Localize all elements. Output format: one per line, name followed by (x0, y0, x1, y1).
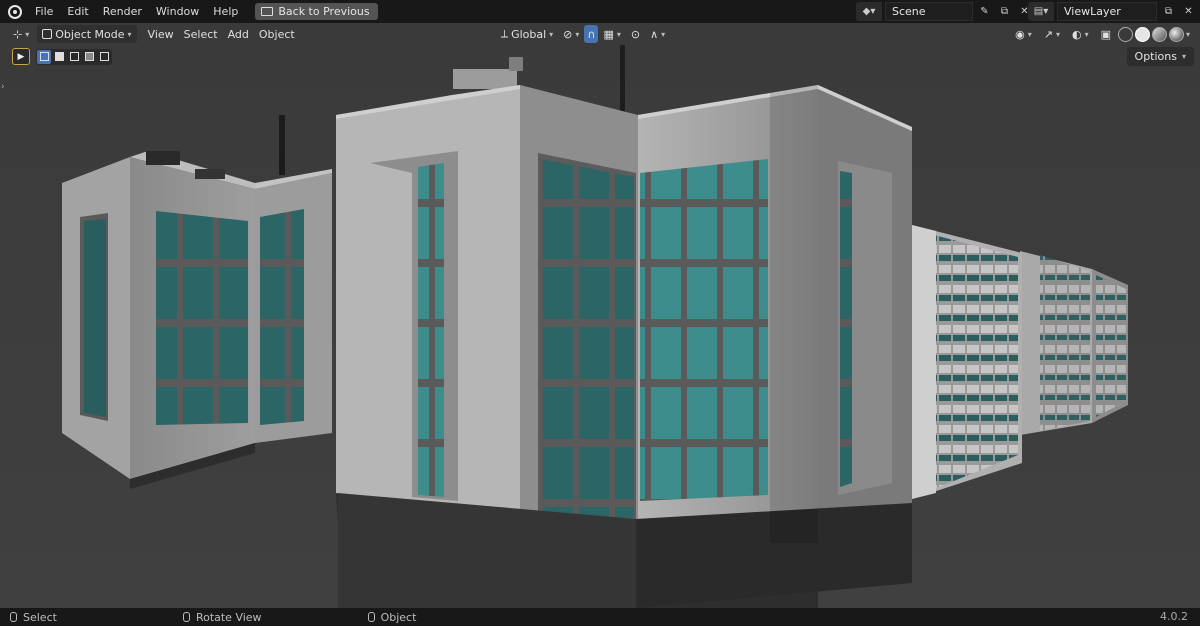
options-label: Options (1134, 50, 1177, 63)
chevron-down-icon: ▾ (575, 29, 580, 39)
chevron-down-icon: ▾ (616, 29, 621, 39)
snap-grid-icon: ▦ (603, 27, 614, 41)
selection-mode-group (36, 48, 112, 65)
mouse-middle-icon (182, 612, 190, 622)
status-rotate: Rotate View (182, 610, 262, 624)
object-menu[interactable]: Object (254, 25, 300, 43)
falloff-dropdown[interactable]: ∧ ▾ (645, 25, 670, 43)
select-tool-icon[interactable]: ▶ (12, 48, 30, 65)
status-rotate-label: Rotate View (195, 610, 262, 624)
editor-type-button[interactable]: ⊹ ▾ (8, 25, 34, 43)
menu-file[interactable]: File (28, 0, 60, 23)
axis-icon: ⊹ (13, 27, 23, 41)
pivot-icon: ⊘ (563, 27, 573, 41)
options-dropdown[interactable]: Options ▾ (1126, 47, 1194, 66)
select-intersect-icon[interactable] (97, 50, 111, 64)
toolbar-expand-arrow-icon[interactable]: › (1, 82, 5, 92)
status-select: Select (10, 611, 57, 624)
view-layer-name: ViewLayer (1064, 5, 1121, 18)
shading-options-chevron-icon[interactable]: ▾ (1186, 30, 1190, 39)
solid-shading-icon[interactable] (1134, 26, 1150, 42)
snap-target-dropdown[interactable]: ▦ ▾ (598, 25, 625, 43)
add-menu[interactable]: Add (223, 25, 254, 43)
menu-render[interactable]: Render (96, 0, 149, 23)
status-object: Object (367, 610, 417, 624)
chevron-down-icon: ▾ (1181, 52, 1186, 61)
status-object-label: Object (380, 610, 417, 624)
magnet-icon: ∩ (587, 27, 596, 41)
gizmo-dropdown[interactable]: ↗ ▾ (1039, 25, 1065, 43)
mouse-left-icon (10, 612, 17, 622)
pin-icon[interactable]: ✎ (976, 3, 993, 20)
status-bar: Select Rotate View Object 4.0.2 (0, 608, 1200, 626)
chevron-down-icon: ▾ (1084, 29, 1089, 39)
tool-settings: ▶ (12, 48, 112, 65)
viewport-scene (0, 23, 1200, 608)
proportional-icon: ⊙ (630, 27, 641, 41)
close-view-layer-icon[interactable]: ✕ (1180, 3, 1197, 20)
chevron-down-icon: ▾ (127, 29, 132, 39)
view-layer-selector: ▤▾ ViewLayer ⧉ ✕ (1028, 2, 1197, 21)
falloff-curve-icon: ∧ (650, 27, 659, 41)
view-menu[interactable]: View (143, 25, 179, 43)
select-invert-icon[interactable] (82, 50, 96, 64)
wireframe-shading-icon[interactable] (1117, 26, 1133, 42)
chevron-down-icon: ▾ (549, 29, 554, 39)
select-subtract-icon[interactable] (67, 50, 81, 64)
eye-icon: ◉ (1015, 27, 1025, 41)
scene-name-field[interactable]: Scene (885, 2, 973, 21)
back-to-previous-label: Back to Previous (278, 5, 370, 18)
view-layer-browse-icon[interactable]: ▤▾ (1028, 2, 1054, 21)
scene-name: Scene (892, 5, 926, 18)
overlays-icon: ◐ (1071, 27, 1082, 41)
back-to-previous-button[interactable]: Back to Previous (255, 3, 378, 20)
overlays-dropdown[interactable]: ◐ ▾ (1067, 25, 1094, 43)
version-label: 4.0.2 (1160, 610, 1188, 623)
3d-viewport[interactable] (0, 23, 1200, 608)
pivot-point-dropdown[interactable]: ⊘ ▾ (558, 25, 584, 43)
mouse-right-icon (367, 612, 375, 622)
chevron-down-icon: ▾ (1027, 29, 1032, 39)
orientation-icon: ⟂ (500, 27, 509, 40)
transform-orientation-dropdown[interactable]: ⟂ Global ▾ (496, 25, 558, 43)
xray-toggle[interactable]: ▣ (1096, 25, 1116, 43)
object-mode-dropdown[interactable]: Object Mode ▾ (37, 25, 137, 43)
select-new-icon[interactable] (37, 49, 51, 64)
xray-icon: ▣ (1100, 27, 1111, 41)
snap-toggle[interactable]: ∩ (584, 25, 599, 43)
new-view-layer-icon[interactable]: ⧉ (1160, 3, 1177, 20)
material-shading-icon[interactable] (1151, 26, 1167, 42)
visibility-dropdown[interactable]: ◉ ▾ (1010, 25, 1037, 43)
scene-selector: ◆▾ Scene ✎ ⧉ ✕ (856, 2, 1033, 21)
transform-orientation-label: Global (511, 27, 547, 41)
scene-browse-icon[interactable]: ◆▾ (856, 2, 882, 21)
main-building (336, 45, 912, 608)
object-mode-icon (42, 29, 53, 39)
menu-edit[interactable]: Edit (60, 0, 95, 23)
rendered-shading-icon[interactable] (1168, 26, 1184, 42)
select-extend-icon[interactable] (52, 50, 66, 64)
status-select-label: Select (23, 610, 57, 624)
proportional-editing-toggle[interactable]: ⊙ (626, 25, 645, 43)
chevron-down-icon: ▾ (25, 29, 30, 39)
blender-logo-icon[interactable] (8, 4, 22, 19)
view-layer-name-field[interactable]: ViewLayer (1057, 2, 1157, 21)
gizmo-icon: ↗ (1043, 27, 1053, 41)
chevron-down-icon: ▾ (1055, 29, 1060, 39)
object-mode-label: Object Mode (55, 27, 125, 41)
new-scene-icon[interactable]: ⧉ (996, 3, 1013, 20)
screen-back-icon (261, 7, 274, 16)
menu-help[interactable]: Help (206, 0, 245, 23)
viewport-shading-controls: ◉ ▾ ↗ ▾ ◐ ▾ ▣ ▾ (1010, 25, 1190, 43)
menu-window[interactable]: Window (149, 0, 206, 23)
select-menu[interactable]: Select (179, 25, 223, 43)
chevron-down-icon: ▾ (661, 29, 666, 39)
